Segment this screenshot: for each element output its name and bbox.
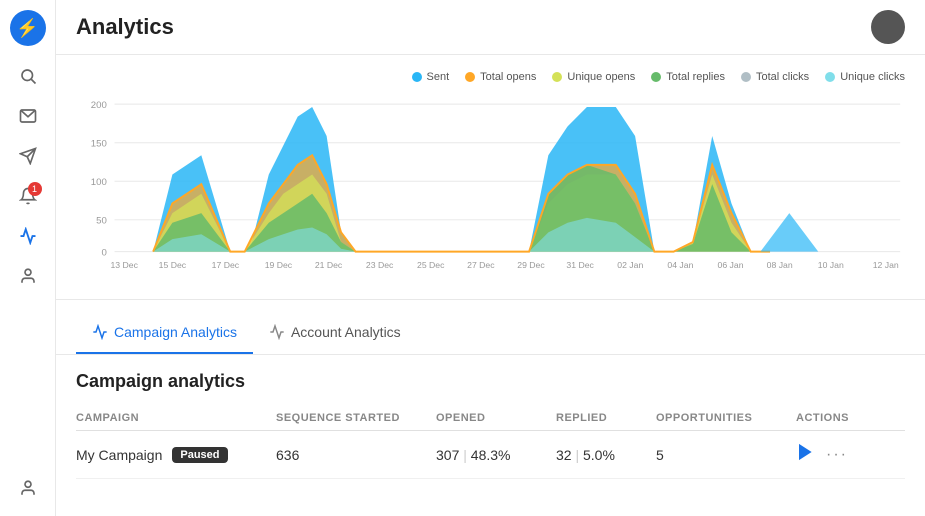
tab-campaign-icon: [92, 324, 108, 340]
section-title: Campaign analytics: [76, 371, 905, 392]
sidebar-item-notifications[interactable]: 1: [10, 178, 46, 214]
svg-text:21 Dec: 21 Dec: [315, 260, 343, 270]
legend-label-unique-opens: Unique opens: [567, 71, 635, 83]
status-badge: Paused: [172, 447, 227, 463]
svg-text:0: 0: [101, 247, 106, 258]
sidebar-item-account[interactable]: [10, 258, 46, 294]
analytics-section: Campaign analytics CAMPAIGN SEQUENCE STA…: [56, 355, 925, 495]
logo-icon: ⚡: [16, 18, 38, 39]
svg-text:15 Dec: 15 Dec: [159, 260, 187, 270]
area-chart: 200 150 100 50 0 13 Dec 15 D: [76, 91, 905, 286]
svg-text:150: 150: [91, 139, 107, 150]
legend-label-unique-clicks: Unique clicks: [840, 71, 905, 83]
col-sequence-started: SEQUENCE STARTED: [276, 412, 436, 424]
tabs: Campaign Analytics Account Analytics: [76, 316, 905, 354]
svg-text:12 Jan: 12 Jan: [873, 260, 899, 270]
opened-sep: |: [463, 447, 471, 463]
tab-campaign-label: Campaign Analytics: [114, 324, 237, 340]
svg-text:04 Jan: 04 Jan: [667, 260, 693, 270]
tab-campaign-analytics[interactable]: Campaign Analytics: [76, 316, 253, 354]
col-actions: ACTIONS: [796, 412, 896, 424]
cell-replied: 32 | 5.0%: [556, 447, 656, 463]
svg-text:08 Jan: 08 Jan: [767, 260, 793, 270]
svg-text:29 Dec: 29 Dec: [517, 260, 545, 270]
sidebar-item-send[interactable]: [10, 138, 46, 174]
more-options-button[interactable]: ···: [826, 446, 848, 464]
table-header: CAMPAIGN SEQUENCE STARTED OPENED REPLIED…: [76, 406, 905, 431]
svg-text:02 Jan: 02 Jan: [617, 260, 643, 270]
cell-opportunities: 5: [656, 447, 796, 463]
chart-section: Sent Total opens Unique opens Total repl…: [56, 55, 925, 300]
main-content: Analytics Sent Total opens Unique opens …: [56, 0, 925, 516]
total-opens-line: [153, 155, 770, 251]
col-opened: OPENED: [436, 412, 556, 424]
tab-account-analytics[interactable]: Account Analytics: [253, 316, 417, 354]
cell-opened: 307 | 48.3%: [436, 447, 556, 463]
svg-text:23 Dec: 23 Dec: [366, 260, 394, 270]
chart-svg-wrapper: 200 150 100 50 0 13 Dec 15 D: [76, 91, 905, 291]
svg-text:17 Dec: 17 Dec: [212, 260, 240, 270]
sidebar-item-analytics[interactable]: [10, 218, 46, 254]
svg-text:31 Dec: 31 Dec: [566, 260, 594, 270]
svg-text:19 Dec: 19 Dec: [265, 260, 293, 270]
header: Analytics: [56, 0, 925, 55]
legend-unique-opens: Unique opens: [552, 71, 635, 83]
cell-actions: ···: [796, 443, 896, 466]
opened-pct: 48.3%: [471, 447, 511, 463]
user-avatar[interactable]: [871, 10, 905, 44]
svg-text:13 Dec: 13 Dec: [110, 260, 138, 270]
campaign-name: My Campaign: [76, 447, 162, 463]
svg-text:27 Dec: 27 Dec: [467, 260, 495, 270]
legend-unique-clicks: Unique clicks: [825, 71, 905, 83]
sidebar: ⚡ 1: [0, 0, 56, 516]
legend-dot-sent: [412, 72, 422, 82]
svg-text:100: 100: [91, 177, 107, 188]
svg-text:50: 50: [96, 216, 107, 227]
legend-dot-unique-clicks: [825, 72, 835, 82]
col-campaign: CAMPAIGN: [76, 412, 276, 424]
legend-dot-unique-opens: [552, 72, 562, 82]
sidebar-item-search[interactable]: [10, 58, 46, 94]
cell-sequence-started: 636: [276, 447, 436, 463]
app-logo: ⚡: [10, 10, 46, 46]
svg-text:06 Jan: 06 Jan: [718, 260, 744, 270]
legend-label-total-opens: Total opens: [480, 71, 536, 83]
tab-account-label: Account Analytics: [291, 324, 401, 340]
cell-campaign: My Campaign Paused: [76, 447, 276, 463]
replied-count: 32: [556, 447, 572, 463]
sidebar-bottom: [10, 470, 46, 506]
legend-label-total-clicks: Total clicks: [756, 71, 809, 83]
legend-sent: Sent: [412, 71, 450, 83]
legend-dot-total-opens: [465, 72, 475, 82]
legend-dot-total-replies: [651, 72, 661, 82]
sidebar-item-mail[interactable]: [10, 98, 46, 134]
tabs-section: Campaign Analytics Account Analytics: [56, 300, 925, 355]
campaigns-table: CAMPAIGN SEQUENCE STARTED OPENED REPLIED…: [76, 406, 905, 479]
legend-total-clicks: Total clicks: [741, 71, 809, 83]
legend-total-replies: Total replies: [651, 71, 725, 83]
col-opportunities: OPPORTUNITIES: [656, 412, 796, 424]
svg-text:200: 200: [91, 100, 107, 111]
opened-count: 307: [436, 447, 459, 463]
notification-badge: 1: [28, 182, 42, 196]
table-row: My Campaign Paused 636 307 | 48.3% 32 | …: [76, 431, 905, 479]
legend-dot-total-clicks: [741, 72, 751, 82]
legend-total-opens: Total opens: [465, 71, 536, 83]
replied-sep: |: [575, 447, 583, 463]
svg-text:10 Jan: 10 Jan: [818, 260, 844, 270]
tab-account-icon: [269, 324, 285, 340]
replied-pct: 5.0%: [583, 447, 615, 463]
small-spike: [760, 213, 818, 252]
chart-legend: Sent Total opens Unique opens Total repl…: [76, 71, 905, 83]
legend-label-sent: Sent: [427, 71, 450, 83]
legend-label-total-replies: Total replies: [666, 71, 725, 83]
page-title: Analytics: [76, 14, 174, 40]
svg-text:25 Dec: 25 Dec: [417, 260, 445, 270]
sidebar-item-user-bottom[interactable]: [10, 470, 46, 506]
col-replied: REPLIED: [556, 412, 656, 424]
play-button[interactable]: [796, 443, 814, 466]
